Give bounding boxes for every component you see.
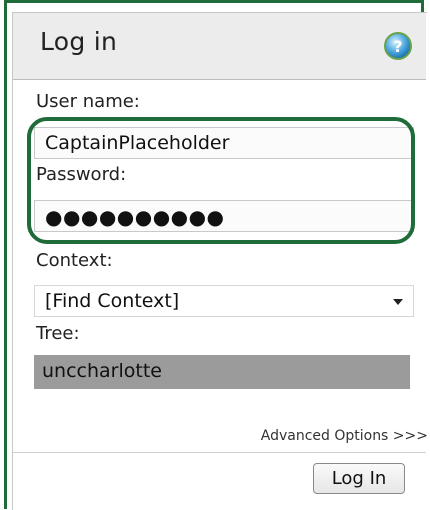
chevron-down-icon bbox=[393, 299, 403, 305]
context-select[interactable]: [Find Context] bbox=[34, 285, 414, 317]
context-label: Context: bbox=[36, 250, 113, 271]
dialog-title: Log in bbox=[40, 27, 118, 56]
context-selected-value: [Find Context] bbox=[45, 290, 180, 312]
dialog-header: Log in bbox=[13, 13, 426, 80]
username-input[interactable]: CaptainPlaceholder bbox=[34, 127, 414, 159]
advanced-options-link[interactable]: Advanced Options >>> bbox=[261, 428, 428, 444]
footer-divider bbox=[13, 452, 426, 453]
username-label: User name: bbox=[36, 91, 140, 112]
password-input[interactable]: ●●●●●●●●●● bbox=[34, 200, 414, 232]
password-label: Password: bbox=[36, 164, 127, 185]
login-button[interactable]: Log In bbox=[313, 463, 405, 494]
svg-text:?: ? bbox=[393, 37, 402, 56]
help-icon[interactable]: ? bbox=[383, 31, 413, 61]
tree-label: Tree: bbox=[36, 323, 80, 344]
tree-input[interactable]: unccharlotte bbox=[34, 355, 410, 389]
